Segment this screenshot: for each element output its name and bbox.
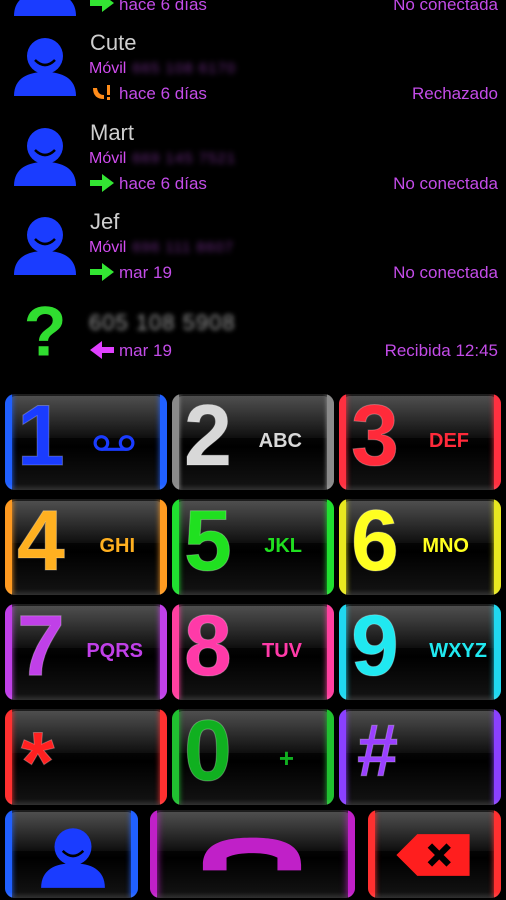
- key-star[interactable]: *: [5, 709, 167, 805]
- outgoing-call-arrow-icon: [90, 263, 114, 281]
- phone-handset-icon: [202, 837, 302, 871]
- call-status: No conectada: [393, 263, 498, 282]
- key-letters: +: [278, 743, 294, 773]
- contact-name: Mart: [90, 120, 134, 145]
- phone-type: Móvil 665 108 6170: [89, 60, 236, 78]
- incoming-call-arrow-icon: [90, 341, 114, 359]
- call-status: Rechazado: [411, 84, 498, 103]
- person-icon: [41, 828, 105, 888]
- phone-type-label: Móvil: [89, 150, 127, 167]
- call-button[interactable]: [150, 810, 355, 898]
- key-6[interactable]: 6 MNO: [339, 499, 501, 595]
- key-letters: MNO: [422, 535, 469, 557]
- phone-number-redacted: 665 108 6170: [132, 60, 237, 77]
- key-letters: DEF: [429, 430, 469, 452]
- contact-avatar-icon: [14, 217, 76, 275]
- missed-call-icon: [93, 85, 110, 100]
- key-digit: *: [20, 715, 55, 806]
- call-log-item[interactable]: hace 6 días No conectada: [0, 0, 506, 18]
- key-letters: TUV: [262, 640, 302, 662]
- call-log-item[interactable]: Cute Móvil 665 108 6170 hace 6 días Recha…: [0, 22, 506, 110]
- phone-type: Móvil 669 145 7521: [89, 150, 236, 168]
- outgoing-call-arrow-icon: [90, 0, 114, 12]
- contacts-button[interactable]: [5, 810, 138, 898]
- unknown-caller-number: 605 108 5908: [89, 310, 236, 335]
- contact-name: Cute: [90, 30, 137, 55]
- key-digit: 0: [184, 709, 233, 800]
- call-date: hace 6 días: [119, 0, 207, 14]
- key-digit: 7: [17, 604, 66, 695]
- call-date: hace 6 días: [119, 174, 207, 193]
- key-letters: ABC: [258, 430, 302, 452]
- svg-text:?: ?: [24, 296, 67, 368]
- key-2[interactable]: 2 ABC: [172, 394, 334, 490]
- key-1[interactable]: 1: [5, 394, 167, 490]
- key-digit: 5: [184, 499, 233, 590]
- key-digit: 6: [351, 499, 400, 590]
- phone-type-label: Móvil: [89, 239, 127, 256]
- key-7[interactable]: 7 PQRS: [5, 604, 167, 700]
- call-log-list[interactable]: hace 6 días No conectada Cute Móvil 665 1…: [0, 0, 506, 390]
- call-status: Recibida 12:45: [384, 341, 498, 360]
- backspace-icon: [396, 834, 470, 876]
- outgoing-call-arrow-icon: [90, 174, 114, 192]
- contact-avatar-icon: [14, 38, 76, 96]
- phone-number-redacted: 696 111 8607: [132, 239, 234, 256]
- phone-number-redacted: 669 145 7521: [132, 150, 237, 167]
- key-letters: GHI: [99, 535, 135, 557]
- phone-type: Móvil 696 111 8607: [89, 239, 234, 257]
- key-digit: 9: [351, 604, 400, 695]
- delete-button[interactable]: [368, 810, 501, 898]
- key-digit: #: [356, 709, 399, 793]
- call-status: No conectada: [393, 174, 498, 193]
- call-log-item[interactable]: Mart Móvil 669 145 7521 hace 6 días No co…: [0, 112, 506, 200]
- key-8[interactable]: 8 TUV: [172, 604, 334, 700]
- contact-avatar-icon: [14, 128, 76, 186]
- key-digit: 8: [184, 604, 233, 695]
- key-4[interactable]: 4 GHI: [5, 499, 167, 595]
- call-log-item[interactable]: Jef Móvil 696 111 8607 mar 19 No conectad…: [0, 201, 506, 289]
- call-date: mar 19: [119, 263, 172, 282]
- key-0[interactable]: 0 +: [172, 709, 334, 805]
- call-date: hace 6 días: [119, 84, 207, 103]
- key-5[interactable]: 5 JKL: [172, 499, 334, 595]
- key-letters: PQRS: [86, 640, 143, 662]
- key-3[interactable]: 3 DEF: [339, 394, 501, 490]
- call-date: mar 19: [119, 341, 172, 360]
- key-digit: 4: [17, 499, 66, 590]
- voicemail-icon: [93, 435, 135, 451]
- key-9[interactable]: 9 WXYZ: [339, 604, 501, 700]
- unknown-caller-icon: ?: [24, 296, 67, 368]
- call-status: No conectada: [393, 0, 498, 14]
- key-digit: 2: [184, 394, 233, 485]
- key-digit: 1: [17, 394, 66, 485]
- call-log-item[interactable]: ? 605 108 5908 mar 19 Recibida 12:45: [0, 292, 506, 380]
- key-letters: WXYZ: [429, 640, 487, 662]
- key-hash[interactable]: #: [339, 709, 501, 805]
- key-digit: 3: [351, 394, 400, 485]
- contact-avatar-icon: [14, 0, 76, 16]
- contact-name: Jef: [90, 209, 120, 234]
- phone-type-label: Móvil: [89, 60, 127, 77]
- key-letters: JKL: [264, 535, 302, 557]
